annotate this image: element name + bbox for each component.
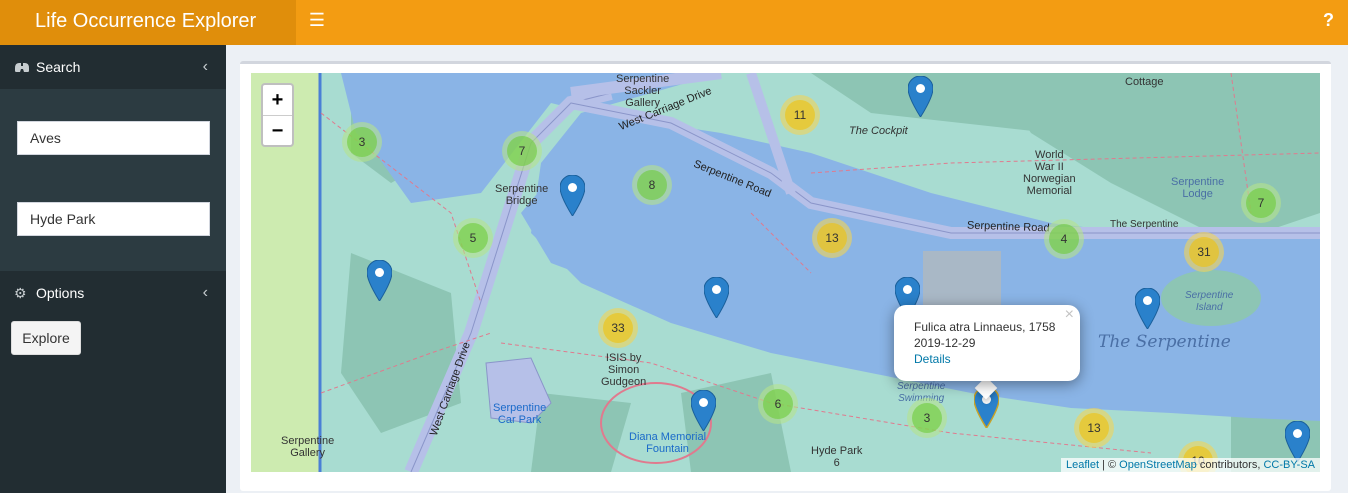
sidebar: Search ‹ Aves Hyde Park ⚙ Options ‹ Expl… — [0, 45, 226, 493]
leaflet-map[interactable]: Serpentine Sackler Gallery West Carriage… — [251, 73, 1320, 472]
options-menu-label: Options — [36, 285, 85, 301]
chevron-left-icon: ‹ — [202, 58, 208, 75]
cluster-marker[interactable]: 3 — [342, 122, 382, 162]
map-pin-marker[interactable] — [367, 260, 392, 301]
popup-tip-mask — [970, 372, 1004, 381]
map-label-serpentine-island: Serpentine Island — [1185, 290, 1234, 313]
zoom-control: + − — [261, 83, 294, 147]
popup-species: Fulica atra Linnaeus, 1758 — [914, 320, 1056, 334]
map-pin-marker[interactable] — [1135, 288, 1160, 329]
cluster-marker[interactable]: 13 — [812, 218, 852, 258]
chevron-left-icon: ‹ — [202, 284, 208, 301]
search-menu-header[interactable]: Search ‹ — [0, 45, 226, 89]
license-link[interactable]: CC-BY-SA — [1263, 459, 1315, 471]
leaflet-link[interactable]: Leaflet — [1066, 459, 1099, 471]
map-pin-marker[interactable] — [908, 76, 933, 117]
cluster-marker[interactable]: 4 — [1044, 219, 1084, 259]
cluster-marker[interactable]: 8 — [632, 165, 672, 205]
sidebar-toggle-button[interactable]: ☰ — [296, 0, 338, 45]
map-pin-marker[interactable] — [560, 175, 585, 216]
explore-button[interactable]: Explore — [11, 321, 81, 355]
map-label-diana-fountain: Diana Memorial Fountain — [629, 431, 707, 455]
cluster-marker[interactable]: 7 — [1241, 183, 1281, 223]
map-label-ww2-memorial: World War II Norwegian Memorial — [1023, 149, 1076, 197]
map-label-serpentine-gallery: Serpentine Gallery — [281, 435, 335, 459]
zoom-in-button[interactable]: + — [263, 85, 292, 115]
hamburger-icon: ☰ — [308, 10, 326, 30]
map-pin-marker[interactable] — [704, 277, 729, 318]
help-button[interactable]: ? — [1323, 0, 1334, 45]
map-label-hyde-park-6: Hyde Park 6 — [811, 445, 863, 469]
map-label-car-park: Serpentine Car Park — [493, 402, 547, 426]
map-label-serpentine-lodge: Serpentine Lodge — [1171, 176, 1225, 200]
binoculars-icon — [14, 45, 30, 91]
cluster-marker[interactable]: 11 — [780, 95, 820, 135]
popup-close-button[interactable]: × — [1065, 307, 1074, 323]
cluster-marker[interactable]: 6 — [758, 384, 798, 424]
cluster-marker[interactable]: 13 — [1074, 408, 1114, 448]
popup-details-link[interactable]: Details — [914, 351, 1060, 367]
map-label-isis: ISIS by Simon Gudgeon — [601, 352, 647, 388]
gear-icon: ⚙ — [14, 285, 27, 301]
search-panel: Aves Hyde Park — [0, 89, 226, 271]
cluster-marker[interactable]: 3 — [907, 398, 947, 438]
occurrence-popup: × Fulica atra Linnaeus, 1758 2019-12-29 … — [894, 305, 1080, 381]
map-label-the-serpentine: The Serpentine — [1098, 332, 1231, 352]
taxon-input[interactable]: Aves — [17, 121, 210, 155]
cluster-marker[interactable]: 5 — [453, 218, 493, 258]
cluster-marker[interactable]: 31 — [1184, 232, 1224, 272]
app-title[interactable]: Life Occurrence Explorer — [0, 0, 296, 45]
zoom-out-button[interactable]: − — [263, 115, 292, 145]
cluster-marker[interactable]: 33 — [598, 308, 638, 348]
popup-date: 2019-12-29 — [914, 336, 976, 350]
search-menu-label: Search — [36, 59, 81, 75]
location-input[interactable]: Hyde Park — [17, 202, 210, 236]
map-label-serpentine-bridge: Serpentine Bridge — [495, 183, 549, 207]
map-label-serpentine-cafe: The Serpentine — [1110, 219, 1179, 230]
cluster-marker[interactable]: 7 — [502, 131, 542, 171]
map-pin-marker[interactable] — [691, 390, 716, 431]
osm-link[interactable]: OpenStreetMap — [1119, 459, 1197, 471]
options-menu-header[interactable]: ⚙ Options ‹ — [0, 271, 226, 315]
map-attribution: Leaflet | © OpenStreetMap contributors, … — [1060, 458, 1320, 472]
header-bar: Life Occurrence Explorer ☰ ? — [0, 0, 1348, 45]
map-label-cockpit: The Cockpit — [849, 125, 908, 137]
map-pin-marker[interactable] — [1285, 421, 1310, 462]
map-label-cottage: Cottage — [1125, 76, 1164, 88]
